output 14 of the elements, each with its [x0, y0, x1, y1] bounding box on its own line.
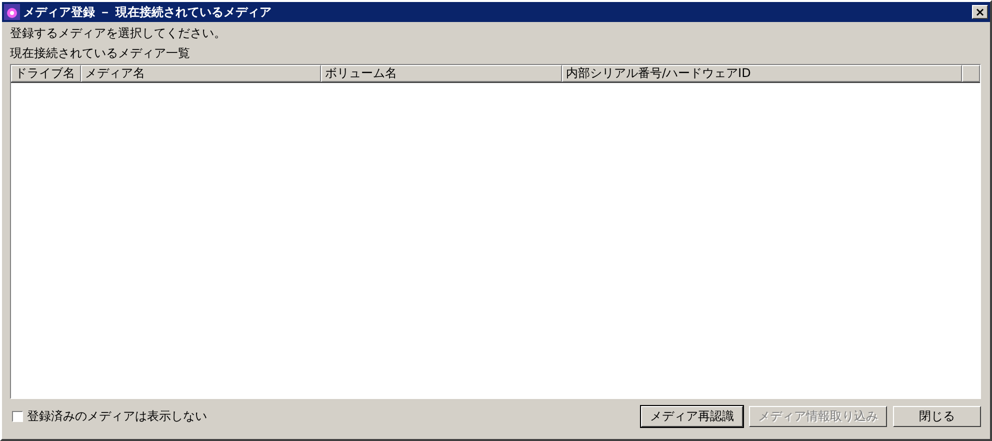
rescan-button[interactable]: メディア再認識	[641, 406, 743, 426]
checkbox[interactable]	[12, 410, 23, 422]
instruction-text: 登録するメディアを選択してください。	[9, 25, 227, 42]
checkbox-label[interactable]: 登録済みのメディアは表示しない	[27, 408, 207, 424]
column-header[interactable]: メディア名	[81, 65, 321, 82]
column-header[interactable]: 内部シリアル番号/ハードウェアID	[562, 65, 962, 82]
column-header[interactable]: ボリューム名	[321, 65, 562, 82]
list-label: 現在接続されているメディア一覧	[9, 45, 191, 62]
close-dialog-button[interactable]: 閉じる	[893, 406, 981, 426]
window-title: メディア登録 － 現在接続されているメディア	[23, 4, 272, 20]
app-icon	[4, 4, 20, 20]
close-button[interactable]: ×	[972, 5, 988, 19]
column-header[interactable]: ドライブ名	[11, 65, 81, 82]
media-list[interactable]: ドライブ名 メディア名 ボリューム名 内部シリアル番号/ハードウェアID	[10, 64, 981, 399]
